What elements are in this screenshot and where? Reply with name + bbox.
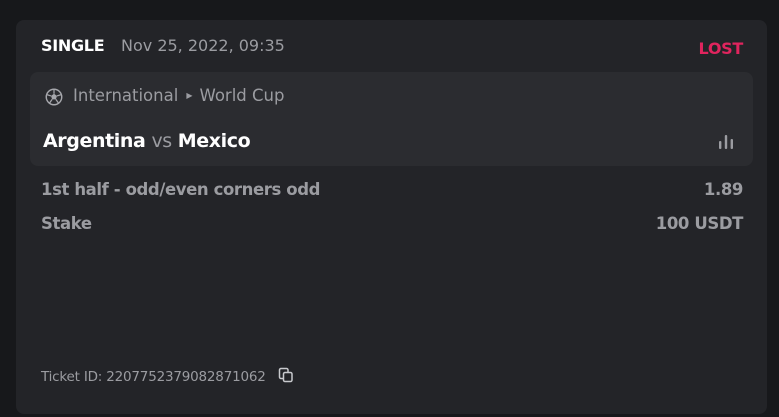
ticket-id: Ticket ID: 2207752379082871062	[41, 367, 294, 385]
stake-row: Stake 100 USDT	[41, 214, 743, 236]
bet-date: Nov 25, 2022, 09:35	[121, 36, 285, 55]
soccer-ball-icon	[45, 88, 63, 106]
bet-header: SINGLE Nov 25, 2022, 09:35 LOST	[41, 36, 743, 60]
away-team: Mexico	[177, 130, 251, 152]
copy-icon[interactable]	[278, 367, 294, 383]
event-box: International ▶ World Cup Argentina vs Mexic…	[30, 72, 753, 166]
stake-value: 100 USDT	[655, 214, 744, 233]
status-badge: LOST	[698, 39, 744, 58]
vs-label: vs	[151, 130, 172, 152]
category-label: International	[73, 86, 179, 105]
home-team: Argentina	[43, 130, 146, 152]
bet-card: SINGLE Nov 25, 2022, 09:35 LOST Internat…	[16, 20, 767, 414]
league-breadcrumb: International ▶ World Cup	[73, 86, 284, 105]
selection-row: 1st half - odd/even corners odd 1.89	[41, 180, 743, 202]
ticket-id-label: Ticket ID: 2207752379082871062	[41, 369, 266, 385]
bar-chart-icon[interactable]	[717, 134, 735, 150]
stake-label: Stake	[41, 214, 92, 233]
breadcrumb-separator-icon: ▶	[186, 91, 193, 100]
market-label: 1st half - odd/even corners odd	[41, 180, 321, 199]
bet-type: SINGLE	[41, 36, 105, 55]
odds-value: 1.89	[703, 180, 744, 199]
match-title: Argentina vs Mexico	[43, 130, 251, 152]
league-label: World Cup	[199, 86, 285, 105]
